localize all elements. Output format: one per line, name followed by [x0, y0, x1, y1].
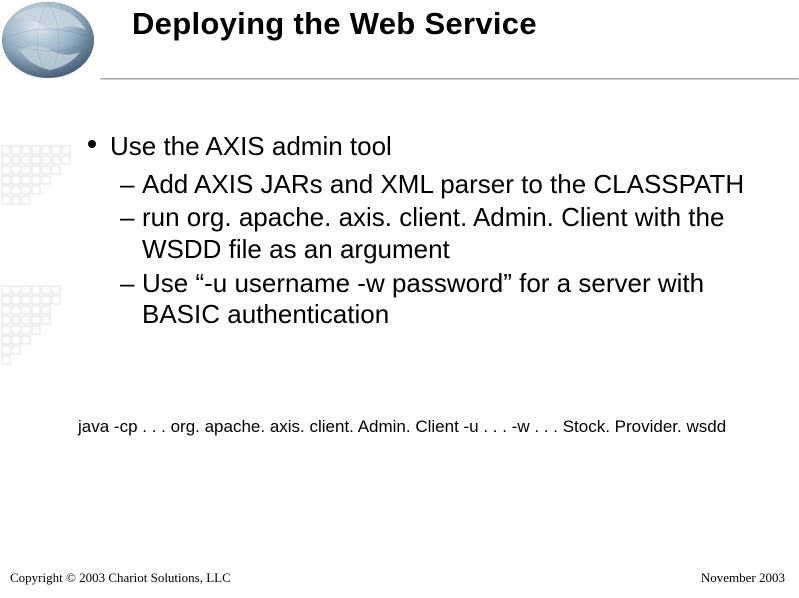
- bullet-text: Use “-u username -w password” for a serv…: [142, 268, 704, 330]
- footer-date: November 2003: [701, 570, 785, 586]
- bullet-level1: Use the AXIS admin tool: [88, 130, 769, 163]
- bullet-text: Add AXIS JARs and XML parser to the CLAS…: [142, 169, 744, 199]
- slide-body: Use the AXIS admin tool – Add AXIS JARs …: [88, 130, 769, 333]
- bullet-text: run org. apache. axis. client. Admin. Cl…: [142, 202, 724, 264]
- slide: Deploying the Web Service: [0, 0, 799, 598]
- globe-icon: [0, 0, 100, 78]
- bullet-dash-icon: –: [120, 202, 134, 234]
- slide-title: Deploying the Web Service: [132, 6, 537, 42]
- bullet-dash-icon: –: [120, 268, 134, 300]
- slide-header: Deploying the Web Service: [0, 0, 799, 80]
- command-line-example: java -cp . . . org. apache. axis. client…: [78, 416, 779, 438]
- bullet-dot-icon: [88, 140, 96, 148]
- bullet-level2: – Add AXIS JARs and XML parser to the CL…: [88, 169, 769, 201]
- bullet-text: Use the AXIS admin tool: [110, 131, 392, 161]
- bullet-level2: – run org. apache. axis. client. Admin. …: [88, 202, 769, 265]
- footer-copyright: Copyright © 2003 Chariot Solutions, LLC: [10, 570, 231, 586]
- bullet-dash-icon: –: [120, 169, 134, 201]
- header-divider: [0, 78, 799, 82]
- bullet-level2: – Use “-u username -w password” for a se…: [88, 268, 769, 331]
- side-decoration: [0, 90, 92, 410]
